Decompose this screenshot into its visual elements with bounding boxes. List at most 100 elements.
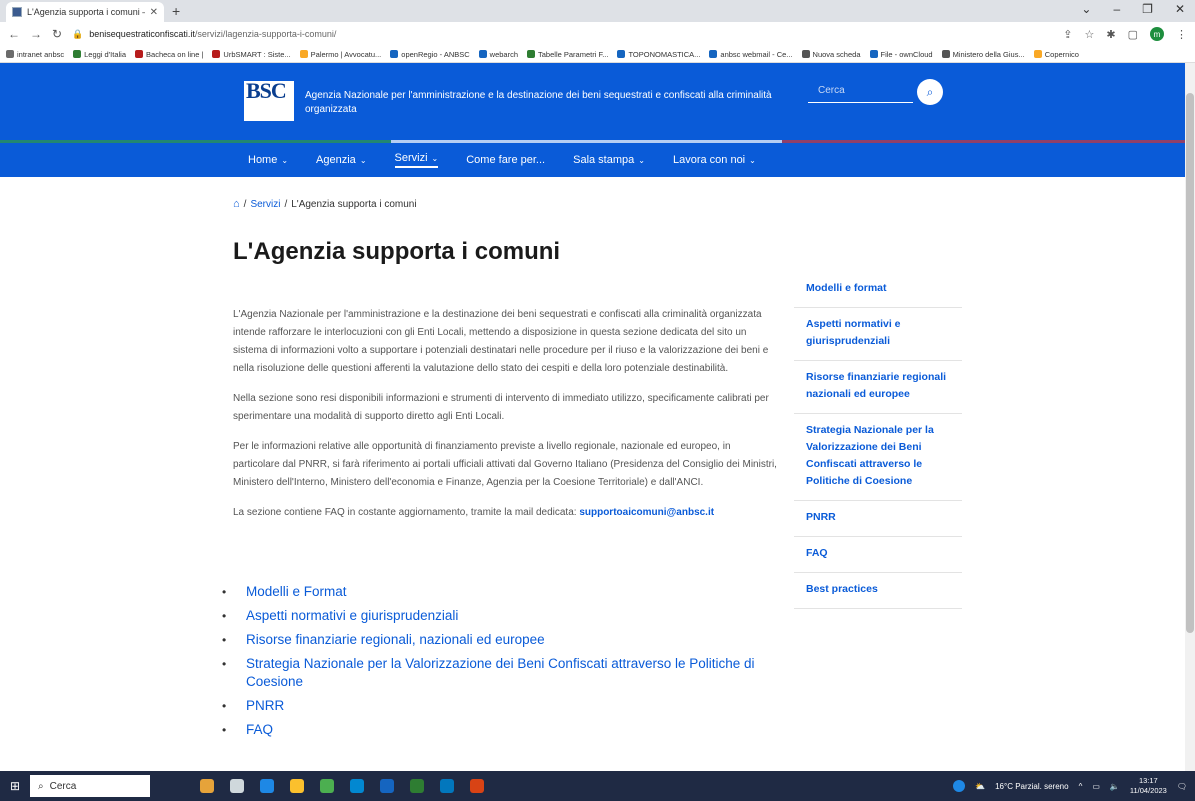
menu-kebab-icon[interactable]: ⋮ — [1176, 28, 1187, 41]
bookmark-star-icon[interactable]: ☆ — [1085, 28, 1095, 41]
section-link[interactable]: Strategia Nazionale per la Valorizzazion… — [246, 655, 782, 691]
network-icon[interactable]: ▭ — [1092, 782, 1100, 791]
profile-avatar-icon[interactable]: m — [1150, 27, 1164, 41]
notifications-icon[interactable]: 🗨 — [1177, 782, 1187, 791]
nav-item-come-fare-per[interactable]: Come fare per... — [466, 154, 545, 166]
word-icon[interactable] — [380, 779, 394, 793]
nav-item-sala-stampa[interactable]: Sala stampa ⌄ — [573, 154, 645, 166]
bookmark-item[interactable]: Ministero della Gius... — [941, 50, 1025, 59]
bookmark-favicon-icon — [6, 50, 14, 58]
excel-icon[interactable] — [410, 779, 424, 793]
home-icon[interactable]: ⌂ — [233, 198, 240, 210]
bookmark-item[interactable]: Palermo | Avvocatu... — [299, 49, 382, 59]
bookmark-item[interactable]: openRegio - ANBSC — [390, 49, 470, 59]
section-link[interactable]: PNRR — [246, 697, 782, 715]
url-host: benisequestraticonfiscati.it — [89, 29, 195, 39]
sidebar-item[interactable]: Strategia Nazionale per la Valorizzazion… — [794, 414, 962, 501]
windows-start-icon[interactable]: ⊞ — [0, 779, 30, 793]
outlook-icon[interactable] — [440, 779, 454, 793]
bookmark-label: webarch — [489, 49, 519, 59]
bookmark-item[interactable]: Leggi d'Italia — [73, 50, 126, 59]
nav-item-agenzia[interactable]: Agenzia ⌄ — [316, 154, 366, 166]
site-favicon-icon — [12, 7, 22, 17]
search-icon[interactable]: ⌕ — [917, 79, 943, 105]
bookmark-label: Palermo | Avvocatu... — [310, 49, 382, 59]
main-nav: Home ⌄ Agenzia ⌄ Servizi ⌄ Come fare per... Sal… — [0, 143, 1185, 177]
bookmark-label: openRegio - ANBSC — [401, 49, 470, 59]
back-icon[interactable]: ← — [8, 27, 20, 41]
new-tab-button[interactable]: + — [172, 2, 180, 22]
bookmark-item[interactable]: UrbSMART : Siste... — [212, 50, 291, 59]
browser-tab-bar: L'Agenzia supporta i comuni – A ✕ + ⌄ – … — [0, 0, 1195, 22]
clock-time: 13:17 — [1138, 776, 1158, 785]
site-search-input[interactable]: Cerca — [808, 81, 913, 103]
sidebar-item[interactable]: Best practices — [794, 573, 962, 609]
bookmark-item[interactable]: anbsc webmail - Ce... — [709, 49, 793, 59]
nav-item-servizi[interactable]: Servizi ⌄ — [394, 152, 439, 168]
taskbar-search-label: Cerca — [49, 780, 77, 792]
section-link[interactable]: Risorse finanziarie regionali, nazionali… — [246, 631, 782, 649]
breadcrumb-servizi[interactable]: Servizi — [250, 199, 280, 210]
weather-text[interactable]: 16°C Parzial. sereno — [995, 782, 1068, 791]
bookmark-item[interactable]: File - ownCloud — [869, 50, 933, 59]
browser-tab[interactable]: L'Agenzia supporta i comuni – A ✕ — [6, 2, 164, 22]
sidebar-item[interactable]: Modelli e format — [794, 272, 962, 308]
nav-item-label: Home — [248, 154, 278, 166]
bookmark-item[interactable]: Copernico — [1033, 50, 1079, 59]
section-link[interactable]: Modelli e Format — [246, 583, 782, 601]
tray-app-icon[interactable] — [953, 780, 966, 792]
sidepanel-icon[interactable]: ▢ — [1128, 28, 1138, 41]
sidebar-item[interactable]: PNRR — [794, 501, 962, 537]
clock[interactable]: 13:17 11/04/2023 — [1130, 776, 1167, 796]
maximize-icon[interactable]: ❐ — [1142, 2, 1153, 16]
close-tab-icon[interactable]: ✕ — [150, 7, 158, 18]
section-link[interactable]: Aspetti normativi e giurisprudenziali — [246, 607, 782, 625]
anbsc-logo[interactable]: BSC — [244, 80, 294, 121]
share-icon[interactable]: ⇪ — [1063, 28, 1072, 41]
tray-chevron-icon[interactable]: ^ — [1079, 782, 1083, 791]
bookmark-item[interactable]: Bacheca on line | — [135, 50, 203, 59]
nav-item-home[interactable]: Home ⌄ — [248, 154, 288, 166]
minimize-icon[interactable]: – — [1113, 2, 1120, 16]
extensions-icon[interactable]: ✱ — [1106, 28, 1115, 41]
sidebar-item[interactable]: FAQ — [794, 537, 962, 573]
reload-icon[interactable]: ↻ — [52, 27, 62, 41]
bookmark-item[interactable]: intranet anbsc — [6, 50, 64, 59]
bookmark-item[interactable]: webarch — [478, 49, 519, 59]
sidebar-item[interactable]: Aspetti normativi e giurisprudenziali — [794, 308, 962, 361]
nav-item-label: Servizi — [394, 152, 428, 164]
section-link[interactable]: FAQ — [246, 721, 782, 739]
widgets-icon[interactable] — [200, 779, 214, 793]
firefox-icon[interactable] — [470, 779, 484, 793]
clock-date: 11/04/2023 — [1129, 786, 1167, 795]
file-explorer-icon[interactable] — [290, 779, 304, 793]
chrome-icon[interactable] — [320, 779, 334, 793]
faq-email-link[interactable]: supportoaicomuni@anbsc.it — [579, 507, 714, 518]
bullet: • — [222, 585, 227, 599]
nav-item-lavora-con-noi[interactable]: Lavora con noi ⌄ — [673, 154, 756, 166]
faq-paragraph: La sezione contiene FAQ in costante aggi… — [233, 504, 778, 522]
volume-icon[interactable]: 🔈 — [1110, 782, 1120, 791]
task-view-icon[interactable] — [230, 779, 244, 793]
app-icon[interactable] — [350, 779, 364, 793]
bookmark-label: Bacheca on line | — [146, 49, 204, 59]
bookmark-item[interactable]: Tabelle Parametri F... — [527, 50, 608, 59]
close-window-icon[interactable]: ✕ — [1175, 2, 1185, 16]
scrollbar-thumb[interactable] — [1186, 93, 1194, 633]
bookmark-favicon-icon — [869, 50, 878, 58]
tab-search-icon[interactable]: ⌄ — [1081, 2, 1091, 16]
breadcrumb-separator: / — [284, 198, 288, 210]
bookmark-item[interactable]: TOPONOMASTICA... — [617, 50, 700, 59]
page-scrollbar[interactable] — [1185, 63, 1195, 771]
bookmark-favicon-icon — [73, 50, 82, 58]
sidebar-item[interactable]: Risorse finanziarie regionali nazionali … — [794, 361, 962, 414]
bookmark-item[interactable]: Nuova scheda — [801, 50, 861, 59]
bookmark-label: anbsc webmail - Ce... — [720, 49, 793, 59]
edge-icon[interactable] — [260, 779, 274, 793]
forward-icon[interactable]: → — [30, 27, 42, 41]
bullet: • — [222, 609, 227, 623]
chevron-down-icon: ⌄ — [638, 155, 645, 165]
taskbar-apps — [200, 779, 484, 793]
url-field[interactable]: 🔒 benisequestraticonfiscati.it/servizi/l… — [72, 25, 1053, 43]
taskbar-search[interactable]: ⌕ Cerca — [30, 775, 150, 797]
